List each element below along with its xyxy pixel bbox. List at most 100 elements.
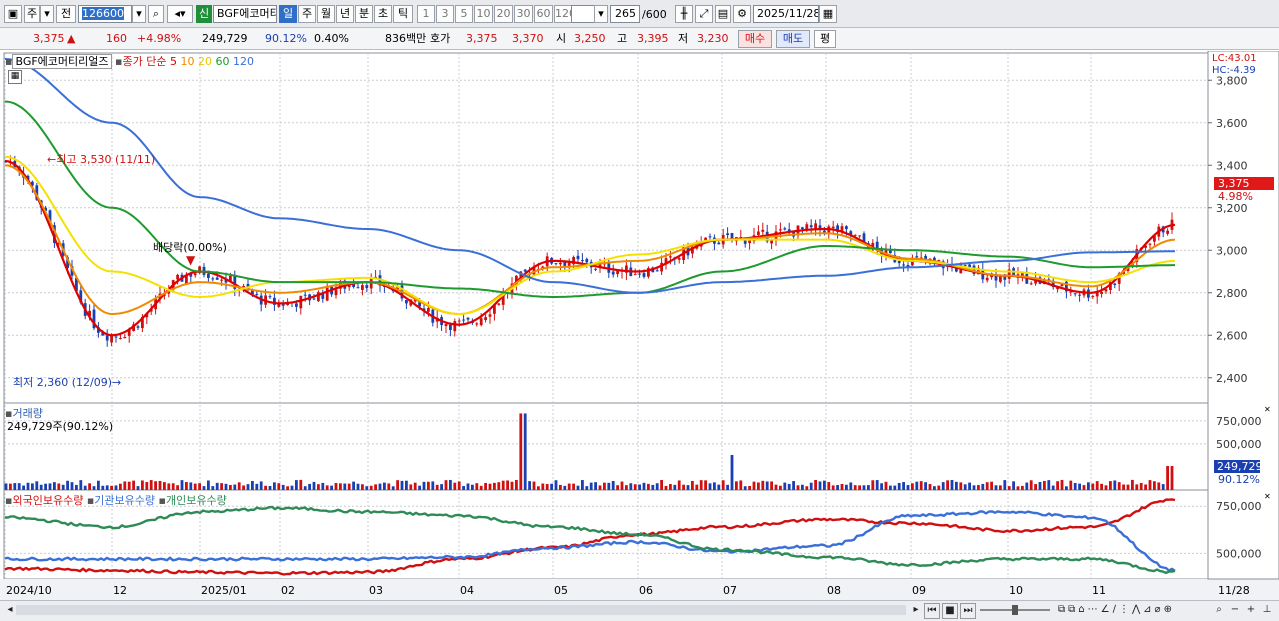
volume-bar (1100, 483, 1103, 490)
interval-button-3[interactable]: 3 (436, 5, 454, 23)
institution-label[interactable]: 기관보유수량 (94, 494, 155, 507)
code-dropdown-icon[interactable]: ▾ (132, 5, 146, 23)
stock-name-field[interactable]: BGF에코머티 (213, 5, 277, 23)
avg-button[interactable]: 평 (814, 30, 836, 48)
calendar-icon[interactable]: ▦ (819, 5, 837, 23)
volume-bar (972, 485, 976, 490)
foreign-label[interactable]: 외국인보유수량 (12, 494, 83, 507)
volume-bar (484, 483, 487, 490)
scroll-right-icon[interactable]: ▸ (910, 603, 922, 617)
holding-legend: ▪외국인보유수량 ▪기관보유수량 ▪개인보유수량 (5, 492, 227, 508)
volume-bar (682, 484, 685, 490)
candle-body (581, 260, 584, 262)
prev-button[interactable]: 전 (56, 5, 76, 23)
candle-body (853, 234, 857, 236)
interval-button-30[interactable]: 30 (514, 5, 533, 23)
volume-bar (911, 483, 914, 490)
volume-bar (180, 480, 184, 490)
volume-bar (198, 483, 201, 490)
zoom-slider-handle[interactable] (1012, 605, 1018, 615)
volume-bar (743, 486, 747, 490)
period-tab-1[interactable]: 주 (298, 5, 316, 23)
sell-button[interactable]: 매도 (776, 30, 810, 48)
ma5-label[interactable]: 5 (170, 55, 177, 68)
volume-bar (176, 485, 179, 490)
volume-bar (787, 483, 791, 490)
period-tab-6[interactable]: 틱 (393, 5, 413, 23)
interval-button-10[interactable]: 10 (474, 5, 493, 23)
save-icon[interactable]: ▤ (715, 5, 731, 23)
candle-icon[interactable]: ╫ (675, 5, 693, 23)
drawing-tools-icon[interactable]: ⧉⧉⌂⋯∠∕⋮⋀⊿⌀⊕ (1058, 603, 1208, 617)
rewind-icon[interactable]: ⏮ (924, 603, 940, 619)
volume-bar (1170, 466, 1174, 490)
high-annotation-text: 최고 3,530 (11/11) (56, 153, 156, 166)
draw-icon[interactable]: ⤢ (695, 5, 713, 23)
count-field[interactable]: 265 (610, 5, 640, 23)
period-tab-5[interactable]: 초 (374, 5, 392, 23)
stock-code-input[interactable]: 126600 (78, 5, 132, 23)
interval-button-5[interactable]: 5 (455, 5, 473, 23)
period-tab-0[interactable]: 일 (279, 5, 297, 23)
volume-bar (334, 482, 338, 490)
ma120-label[interactable]: 120 (233, 55, 254, 68)
gear-icon[interactable]: ⚙ (733, 5, 751, 23)
volume-bar (431, 481, 435, 490)
candle-body (303, 294, 307, 296)
volume-bar (237, 482, 241, 490)
volume-bar (61, 484, 65, 490)
zoom-out-icon[interactable]: − (1228, 603, 1242, 617)
volume-bar (537, 486, 540, 490)
forward-icon[interactable]: ⏭ (960, 603, 976, 619)
volume-bar (801, 484, 804, 490)
window-menu-icon[interactable]: ▣ (4, 5, 22, 23)
volume-bar (906, 485, 910, 490)
sound-icon[interactable]: ◂▾ (167, 5, 193, 23)
volume-bar (361, 484, 364, 490)
panel-close-icon[interactable]: ✕ (1264, 492, 1271, 501)
zoom-search-icon[interactable]: ⌕ (1212, 603, 1226, 617)
volume-bar (321, 482, 325, 490)
interval-button-20[interactable]: 20 (494, 5, 513, 23)
period-tab-3[interactable]: 년 (336, 5, 354, 23)
ma60-label[interactable]: 60 (215, 55, 229, 68)
volume-bar (1078, 483, 1081, 490)
candle-body (814, 223, 817, 229)
volume-bar (660, 479, 663, 490)
volume-bar (105, 485, 109, 490)
volume-bar (312, 481, 316, 490)
period-main-button[interactable]: 주 (24, 5, 40, 23)
stock-label[interactable]: BGF에코머티리얼즈 (12, 54, 112, 69)
volume-bar (827, 482, 831, 490)
scroll-left-icon[interactable]: ◂ (4, 603, 16, 617)
interval-button-1[interactable]: 1 (417, 5, 435, 23)
volume-bar (510, 481, 514, 490)
count-chevron-icon[interactable]: ▾ (594, 5, 608, 23)
volume-bar (1153, 481, 1156, 490)
chevron-down-icon[interactable]: ▾ (40, 5, 54, 23)
date-field[interactable]: 2025/11/28 (753, 5, 819, 23)
scale-icon[interactable]: ⊥ (1260, 603, 1274, 617)
horizontal-scrollbar[interactable] (16, 605, 906, 615)
ma-title[interactable]: 종가 단순 (122, 55, 166, 68)
stock-code-value: 126600 (82, 7, 124, 20)
new-button[interactable]: 신 (196, 5, 212, 23)
volume-bar (924, 482, 927, 490)
ma20-label[interactable]: 20 (198, 55, 212, 68)
candle-body (299, 295, 303, 309)
zoom-in-icon[interactable]: + (1244, 603, 1258, 617)
buy-button[interactable]: 매수 (738, 30, 772, 48)
period-tab-2[interactable]: 월 (317, 5, 335, 23)
individual-label[interactable]: 개인보유수량 (166, 494, 227, 507)
interval-button-60[interactable]: 60 (534, 5, 553, 23)
search-icon[interactable]: ⌕ (148, 5, 164, 23)
grid-toggle-icon[interactable]: ▦ (8, 70, 22, 84)
stop-icon[interactable]: ■ (942, 603, 958, 619)
period-tab-4[interactable]: 분 (355, 5, 373, 23)
price-tick-label: 2,600 (1216, 329, 1248, 342)
chart-area[interactable]: 2024/10 12 2025/01 02 03 04 05 06 07 08 09 10 11 11/2… (0, 51, 1279, 600)
volume-bar (88, 483, 91, 490)
panel-close-icon[interactable]: ✕ (1264, 405, 1271, 414)
high-annotation: ←최고 3,530 (11/11) (47, 153, 156, 166)
ma10-label[interactable]: 10 (180, 55, 194, 68)
